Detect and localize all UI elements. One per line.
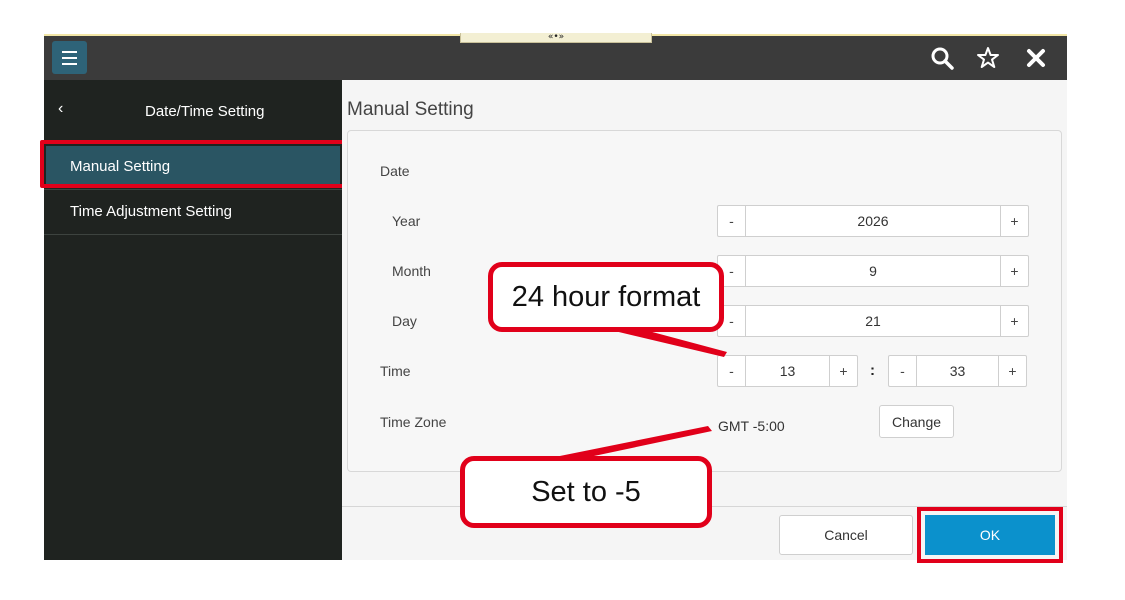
annotation-set-timezone: Set to -5 bbox=[460, 456, 712, 528]
annotation-24-hour-format: 24 hour format bbox=[488, 262, 724, 332]
callout-pointer-timezone bbox=[540, 426, 712, 460]
